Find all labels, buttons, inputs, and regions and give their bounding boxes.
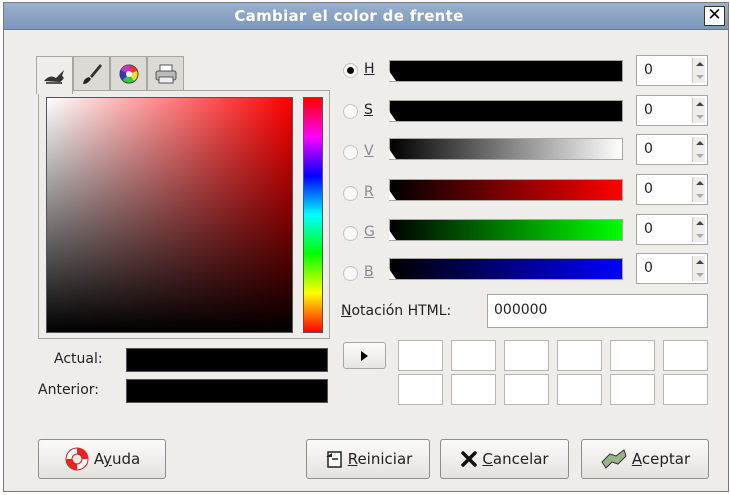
radio-b[interactable] <box>343 266 358 281</box>
color-history-cell[interactable] <box>398 374 443 405</box>
color-history-arrow-button[interactable] <box>343 342 386 369</box>
channel-label-g: G <box>364 224 375 240</box>
tab-printer[interactable] <box>147 56 184 92</box>
radio-r[interactable] <box>343 186 358 201</box>
html-notation-label: Notación HTML: <box>341 303 452 319</box>
channel-label-b: B <box>364 264 374 280</box>
color-history-cell[interactable] <box>610 374 655 405</box>
spinner-r[interactable]: 0 <box>636 174 708 205</box>
scales-icon <box>43 69 64 84</box>
slider-g[interactable] <box>389 219 623 241</box>
slider-s[interactable] <box>389 100 623 122</box>
spinner-b[interactable]: 0 <box>636 253 708 284</box>
channel-label-v: V <box>364 143 374 159</box>
color-history-cell[interactable] <box>398 340 443 371</box>
channel-label-h: H <box>364 61 375 77</box>
tab-color-wheel[interactable] <box>110 56 147 92</box>
spinner-s-value: 0 <box>644 102 653 118</box>
color-history-cell[interactable] <box>504 340 549 371</box>
spinner-g-value: 0 <box>644 221 653 237</box>
radio-g[interactable] <box>343 226 358 241</box>
cancel-x-icon <box>461 451 478 467</box>
color-history-cell[interactable] <box>504 374 549 405</box>
saturation-value-area[interactable] <box>46 97 293 333</box>
spinner-h-value: 0 <box>644 62 653 78</box>
printer-icon <box>155 64 176 84</box>
channel-label-s: S <box>364 102 373 118</box>
actual-label: Actual: <box>54 351 103 367</box>
slider-b[interactable] <box>389 258 623 280</box>
color-history-cell[interactable] <box>451 340 496 371</box>
slider-h[interactable] <box>389 60 623 82</box>
accept-button-label: Aceptar <box>631 450 691 468</box>
slider-v[interactable] <box>389 138 623 160</box>
radio-v[interactable] <box>343 145 358 160</box>
title-bar: Cambiar el color de frente ✕ <box>4 3 728 30</box>
anterior-label: Anterior: <box>38 382 99 398</box>
color-selector-tabs <box>36 56 184 94</box>
spinner-v[interactable]: 0 <box>636 134 708 165</box>
cancel-button-label: Cancelar <box>482 450 549 468</box>
spinner-s[interactable]: 0 <box>636 95 708 126</box>
spinner-r-value: 0 <box>644 181 653 197</box>
help-button[interactable]: Ayuda <box>38 439 166 479</box>
color-history-cell[interactable] <box>663 374 708 405</box>
help-button-label: Ayuda <box>93 450 141 468</box>
reset-button[interactable]: Reiniciar <box>306 439 430 479</box>
color-history-cell[interactable] <box>557 374 602 405</box>
reset-button-label: Reiniciar <box>347 450 413 468</box>
spinner-g[interactable]: 0 <box>636 214 708 245</box>
color-history-cell[interactable] <box>557 340 602 371</box>
reset-icon <box>325 451 342 468</box>
color-history-cell[interactable] <box>663 340 708 371</box>
spinner-b-value: 0 <box>644 260 653 276</box>
close-button[interactable]: ✕ <box>704 6 725 26</box>
hue-slider[interactable] <box>303 97 323 333</box>
cancel-button[interactable]: Cancelar <box>440 439 569 479</box>
lifebuoy-icon <box>65 447 89 471</box>
spinner-h[interactable]: 0 <box>636 55 708 86</box>
channel-label-r: R <box>364 184 374 200</box>
tab-paintbrush[interactable] <box>73 56 110 92</box>
actual-color-swatch <box>126 348 328 372</box>
play-icon <box>361 351 368 361</box>
color-wheel-icon <box>119 64 138 84</box>
anterior-color-swatch[interactable] <box>126 379 328 403</box>
slider-r[interactable] <box>389 179 623 201</box>
tab-scales[interactable] <box>36 56 73 94</box>
accept-button[interactable]: Aceptar <box>581 439 709 479</box>
paintbrush-icon <box>82 64 102 84</box>
color-history-cell[interactable] <box>610 340 655 371</box>
radio-s[interactable] <box>343 104 358 119</box>
html-notation-input[interactable]: 000000 <box>487 294 708 328</box>
color-history-cell[interactable] <box>451 374 496 405</box>
handshake-icon <box>601 449 627 469</box>
radio-h[interactable] <box>343 63 358 78</box>
window-title: Cambiar el color de frente <box>234 7 464 25</box>
spinner-v-value: 0 <box>644 141 653 157</box>
